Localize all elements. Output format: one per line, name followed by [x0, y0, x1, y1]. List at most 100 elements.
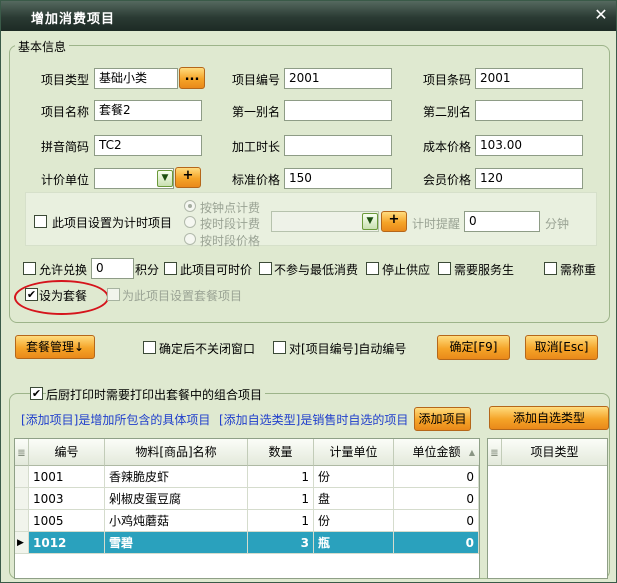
cell-unit[interactable]: 份 — [314, 466, 394, 488]
auto-numbering-label: 对[项目编号]自动编号 — [289, 342, 407, 356]
title-bar[interactable]: 增加消费项目 ✕ — [1, 1, 616, 31]
add-item-button[interactable]: 添加项目 — [414, 407, 471, 431]
time-priced-checkbox[interactable] — [164, 262, 177, 275]
item-type-browse-button[interactable]: ... — [179, 67, 205, 89]
dialog-body: 基本信息 项目类型 基础小类 ... 项目编号 2001 项目条码 2001 项… — [1, 31, 616, 582]
cell-amount[interactable]: 0 — [394, 466, 479, 488]
cell-qty[interactable]: 1 — [248, 488, 314, 510]
radio-by-period-price[interactable] — [184, 233, 196, 245]
pricing-unit-add-button[interactable]: + — [175, 167, 201, 188]
column-header-item-type[interactable]: 项目类型 — [502, 439, 607, 466]
cell-name[interactable]: 雪碧 — [105, 532, 248, 554]
cell-code[interactable]: 1001 — [29, 466, 105, 488]
radio-by-period-label: 按时段计费 — [200, 217, 261, 231]
radio-by-clock-label: 按钟点计费 — [200, 201, 261, 215]
optional-types-grid[interactable]: ≣ 项目类型 — [487, 438, 608, 579]
cell-unit[interactable]: 份 — [314, 510, 394, 532]
points-unit-label: 积分 — [135, 263, 160, 277]
column-header-qty[interactable]: 数量 — [248, 439, 314, 466]
column-header-unit[interactable]: 计量单位 — [314, 439, 394, 466]
row-indicator-header: ≣ — [15, 439, 29, 466]
column-header-amount[interactable]: 单位金额 ▲ — [394, 439, 479, 466]
timed-item-checkbox[interactable] — [34, 215, 47, 228]
item-name-field[interactable]: 套餐2 — [94, 100, 202, 121]
member-price-label: 会员价格 — [423, 173, 472, 187]
allow-exchange-label: 允许兑换 — [39, 263, 88, 277]
need-service-label: 需要服务生 — [454, 263, 515, 277]
set-as-package-checkbox[interactable]: ✔ — [25, 288, 38, 301]
pricing-unit-label: 计价单位 — [41, 173, 90, 187]
set-as-package-label: 设为套餐 — [39, 289, 88, 303]
cell-name[interactable]: 香辣脆皮虾 — [105, 466, 248, 488]
timed-item-label: 此项目设置为计时项目 — [52, 216, 173, 230]
cell-name[interactable]: 剁椒皮蛋豆腐 — [105, 488, 248, 510]
keep-window-open-checkbox[interactable] — [143, 341, 156, 354]
allow-exchange-checkbox[interactable] — [23, 262, 36, 275]
side-row-indicator-header: ≣ — [488, 439, 502, 466]
cell-unit[interactable]: 盘 — [314, 488, 394, 510]
barcode-label: 项目条码 — [423, 73, 472, 87]
grid-menu-icon[interactable]: ≣ — [17, 448, 25, 459]
cancel-button[interactable]: 取消[Esc] — [525, 335, 598, 360]
member-price-field[interactable]: 120 — [475, 168, 583, 189]
period-add-button[interactable]: + — [381, 211, 407, 232]
close-icon[interactable]: ✕ — [592, 6, 610, 24]
cell-code[interactable]: 1012 — [29, 532, 105, 554]
package-manage-button[interactable]: 套餐管理↓ — [15, 335, 95, 359]
package-items-grid[interactable]: ≣ 编号 物料[商品]名称 数量 计量单位 单位金额 ▲ 1001 香辣脆皮虾 … — [14, 438, 480, 579]
keep-window-open-label: 确定后不关闭窗口 — [159, 342, 256, 356]
cost-price-field[interactable]: 103.00 — [475, 135, 583, 156]
row-indicator[interactable] — [15, 488, 29, 510]
row-indicator-selected[interactable]: ▶ — [15, 532, 29, 554]
cell-qty[interactable]: 3 — [248, 532, 314, 554]
cell-qty[interactable]: 1 — [248, 510, 314, 532]
cell-name[interactable]: 小鸡炖蘑菇 — [105, 510, 248, 532]
barcode-field[interactable]: 2001 — [475, 68, 583, 89]
column-header-name[interactable]: 物料[商品]名称 — [105, 439, 248, 466]
row-indicator[interactable] — [15, 466, 29, 488]
timer-reminder-label: 计时提醒 — [412, 217, 461, 231]
exchange-points-field[interactable]: 0 — [91, 258, 134, 279]
pinyin-code-field[interactable]: TC2 — [94, 135, 202, 156]
cell-amount[interactable]: 0 — [394, 488, 479, 510]
need-service-checkbox[interactable] — [438, 262, 451, 275]
pricing-unit-dropdown-icon[interactable]: ▼ — [157, 170, 173, 187]
confirm-button[interactable]: 确定[F9] — [437, 335, 510, 360]
item-code-field[interactable]: 2001 — [284, 68, 392, 89]
exclude-min-consumption-checkbox[interactable] — [259, 262, 272, 275]
exclude-min-consumption-label: 不参与最低消费 — [274, 263, 359, 277]
row-indicator[interactable] — [15, 510, 29, 532]
cell-qty[interactable]: 1 — [248, 466, 314, 488]
cell-code[interactable]: 1003 — [29, 488, 105, 510]
standard-price-field[interactable]: 150 — [284, 168, 392, 189]
alias1-label: 第一别名 — [232, 105, 281, 119]
process-time-field[interactable] — [284, 135, 392, 156]
column-header-amount-label: 单位金额 — [412, 445, 461, 459]
alias1-field[interactable] — [284, 100, 392, 121]
period-dropdown-icon[interactable]: ▼ — [362, 213, 378, 230]
radio-by-period[interactable] — [184, 216, 196, 228]
set-package-items-checkbox[interactable] — [107, 288, 120, 301]
minutes-unit-label: 分钟 — [545, 217, 570, 231]
cell-amount[interactable]: 0 — [394, 532, 479, 554]
print-combo-checkbox[interactable]: ✔ — [30, 387, 43, 400]
column-header-code[interactable]: 编号 — [29, 439, 105, 466]
stop-supply-checkbox[interactable] — [366, 262, 379, 275]
cell-code[interactable]: 1005 — [29, 510, 105, 532]
radio-by-clock[interactable] — [184, 200, 196, 212]
sort-ascending-icon: ▲ — [468, 448, 475, 457]
add-optional-note: [添加自选类型]是销售时自选的项目 — [219, 413, 409, 427]
print-combo-label: 后厨打印时需要打印出套餐中的组合项目 — [46, 386, 266, 403]
cell-amount[interactable]: 0 — [394, 510, 479, 532]
alias2-label: 第二别名 — [423, 105, 472, 119]
timer-reminder-field[interactable]: 0 — [464, 211, 540, 232]
cell-unit[interactable]: 瓶 — [314, 532, 394, 554]
process-time-label: 加工时长 — [232, 140, 281, 154]
add-optional-type-button[interactable]: 添加自选类型 — [489, 406, 609, 430]
alias2-field[interactable] — [475, 100, 583, 121]
side-grid-menu-icon[interactable]: ≣ — [490, 448, 498, 459]
set-package-items-label: 为此项目设置套餐项目 — [122, 289, 243, 303]
item-type-field[interactable]: 基础小类 — [94, 68, 178, 89]
auto-numbering-checkbox[interactable] — [273, 341, 286, 354]
need-weighing-checkbox[interactable] — [544, 262, 557, 275]
